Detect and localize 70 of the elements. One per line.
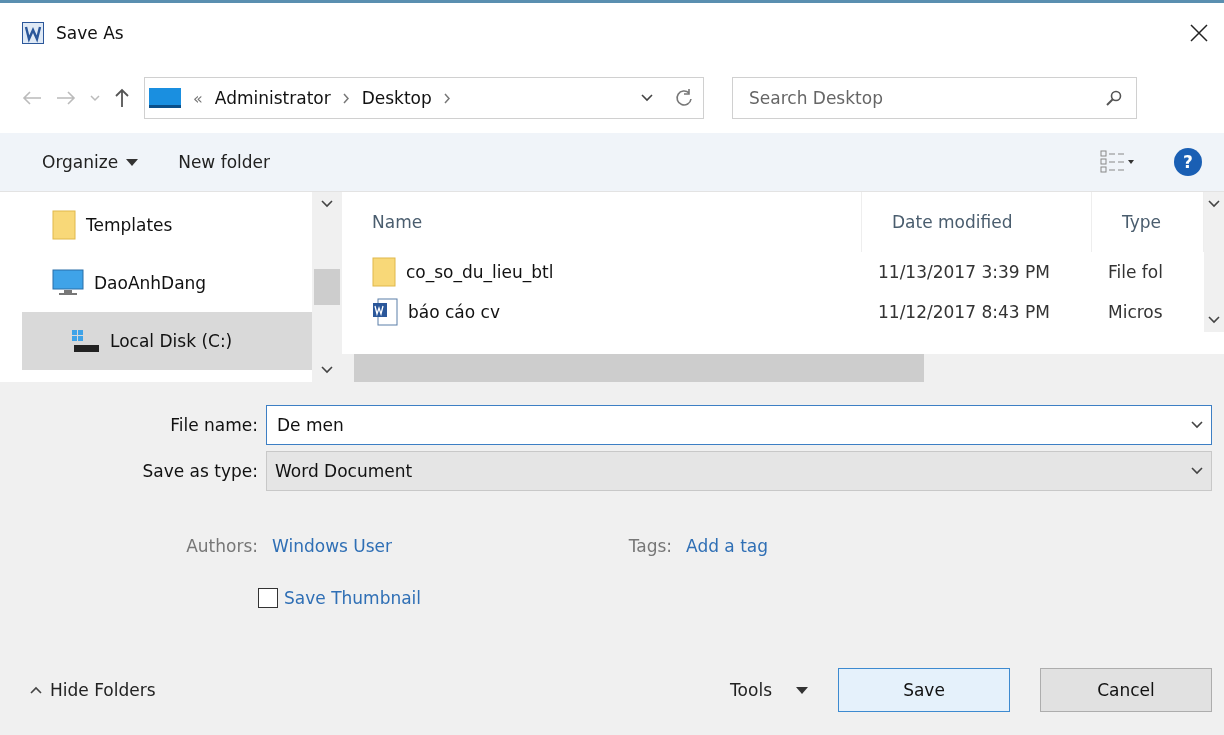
dropdown-chevron-icon (1191, 421, 1203, 429)
nav-item[interactable]: Local Disk (C:) (22, 312, 312, 370)
up-arrow-icon[interactable] (114, 88, 130, 108)
file-name-combobox[interactable]: De men (266, 405, 1212, 445)
tags-link[interactable]: Add a tag (686, 536, 769, 556)
dropdown-chevron-icon (1191, 467, 1203, 475)
file-row[interactable]: co_so_du_lieu_btl (342, 252, 862, 292)
cancel-button[interactable]: Cancel (1040, 668, 1212, 712)
new-folder-button[interactable]: New folder (178, 152, 270, 172)
file-row[interactable]: báo cáo cv (342, 292, 862, 332)
hide-folders-button[interactable]: Hide Folders (30, 680, 156, 700)
column-header[interactable]: Name (342, 192, 862, 252)
window-title: Save As (56, 23, 125, 43)
search-field[interactable]: Search Desktop (732, 77, 1137, 119)
breadcrumb[interactable]: Administrator (214, 88, 331, 108)
save-type-dropdown[interactable]: Word Document (266, 451, 1212, 491)
close-icon[interactable] (1190, 24, 1208, 42)
save-button[interactable]: Save (838, 668, 1010, 712)
chevron-right-icon[interactable] (342, 92, 350, 104)
field-label: Tags: (627, 536, 673, 556)
refresh-icon[interactable] (675, 89, 693, 107)
horizontal-scrollbar[interactable] (342, 354, 1224, 382)
table-cell-text: 11/12/2017 8:43 PM (877, 301, 1051, 324)
organize-button[interactable]: Organize (42, 152, 139, 172)
computer-icon (52, 269, 84, 297)
desktop-icon (149, 88, 181, 108)
chevron-down-icon[interactable] (90, 94, 100, 102)
dropdown-chevron-icon (641, 94, 653, 102)
nav-item-label: DaoAnhDang (94, 273, 207, 293)
file-name-input[interactable]: De men (275, 414, 1191, 436)
folder-icon (372, 257, 396, 287)
view-options-icon[interactable] (1100, 150, 1134, 174)
field-label: Authors: (185, 536, 258, 556)
caret-icon (796, 686, 808, 694)
file-name: co_so_du_lieu_btl (406, 262, 554, 282)
word-document-icon (372, 298, 398, 326)
scrollbar-thumb[interactable] (314, 269, 340, 305)
table-cell-text: 11/13/2017 3:39 PM (877, 261, 1051, 284)
back-arrow-icon[interactable] (22, 91, 42, 105)
caret-icon (126, 158, 139, 166)
search-icon (1106, 90, 1122, 106)
help-button[interactable]: ? (1174, 148, 1202, 176)
list-scrollbar[interactable] (1204, 192, 1224, 332)
scroll-down-icon (321, 366, 333, 374)
chevron-right-icon[interactable] (443, 92, 451, 104)
table-cell-text: Micros (1107, 301, 1164, 324)
authors-link[interactable]: Windows User (272, 536, 393, 556)
folder-icon (52, 210, 76, 240)
scroll-down-icon (1208, 316, 1220, 324)
nav-item-label: Local Disk (C:) (110, 331, 233, 351)
nav-item-label: Templates (86, 215, 173, 235)
word-app-icon (22, 22, 44, 44)
address-bar[interactable]: « Administrator Desktop (144, 77, 704, 119)
nav-item[interactable]: Templates (22, 196, 312, 254)
nav-scrollbar[interactable] (312, 192, 342, 382)
file-name: báo cáo cv (408, 302, 500, 322)
field-label: Save as type: (141, 461, 259, 481)
overflow-chevrons[interactable]: « (193, 88, 203, 108)
thumbnail-checkbox[interactable] (258, 588, 278, 608)
tools-button[interactable]: Tools (730, 680, 808, 700)
forward-arrow-icon[interactable] (56, 91, 76, 105)
chevron-up-icon (30, 686, 42, 694)
search-input[interactable]: Search Desktop (747, 87, 1106, 109)
disk-drive-icon (70, 328, 100, 354)
checkbox-label[interactable]: Save Thumbnail (284, 588, 422, 608)
table-cell-text: File fol (1107, 261, 1164, 284)
nav-item[interactable]: DaoAnhDang (22, 254, 312, 312)
column-header[interactable]: Date modified (862, 192, 1092, 252)
breadcrumb[interactable]: Desktop (361, 88, 432, 108)
field-label: File name: (169, 415, 259, 435)
